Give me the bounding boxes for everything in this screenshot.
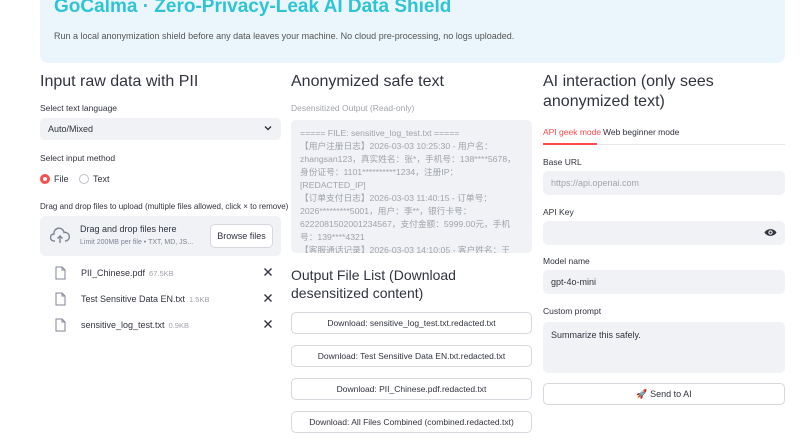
file-name: Test Sensitive Data EN.txt (81, 294, 186, 304)
language-value: Auto/Mixed (48, 124, 94, 134)
api-key-input[interactable] (543, 221, 785, 245)
rocket-icon: 🚀 (636, 389, 648, 399)
output-textarea[interactable]: ===== FILE: sensitive_log_test.txt =====… (291, 120, 532, 253)
prompt-label: Custom prompt (543, 306, 602, 316)
api-key-label: API Key (543, 207, 574, 217)
radio-text[interactable] (79, 174, 89, 184)
ai-heading: AI interaction (only sees anonymized tex… (543, 73, 714, 110)
output-heading: Anonymized safe text (291, 73, 444, 90)
output-list-heading: Output File List (Download desensitized … (291, 267, 456, 301)
app-subtitle: Run a local anonymization shield before … (54, 31, 515, 41)
remove-file-icon[interactable] (263, 293, 273, 303)
eye-icon[interactable] (764, 227, 777, 238)
input-heading: Input raw data with PII (40, 73, 199, 90)
header-banner: GoCalma · Zero-Privacy-Leak AI Data Shie… (40, 0, 785, 63)
remove-file-icon[interactable] (263, 319, 273, 329)
file-item: Test Sensitive Data EN.txt 1.5KB (55, 292, 281, 308)
file-size: 1.5KB (189, 295, 210, 304)
file-icon (55, 266, 66, 280)
base-url-input[interactable]: https://api.openai.com (543, 171, 785, 195)
radio-file[interactable] (40, 174, 50, 184)
send-label: Send to AI (650, 389, 692, 399)
language-label: Select text language (40, 103, 118, 113)
language-select[interactable]: Auto/Mixed (40, 118, 281, 140)
dropzone-title: Drag and drop files here (80, 224, 177, 234)
file-item: sensitive_log_test.txt 0.9KB (55, 318, 281, 334)
mode-tabs: API geek mode Web beginner mode (543, 125, 785, 145)
chevron-down-icon (264, 126, 272, 131)
upload-label: Drag and drop files to upload (multiple … (40, 202, 289, 211)
active-tab-indicator (543, 143, 597, 145)
download-all-button[interactable]: Download: All Files Combined (combined.r… (291, 411, 532, 433)
output-label: Desensitized Output (Read-only) (291, 103, 415, 113)
file-dropzone[interactable]: Drag and drop files here Limit 200MB per… (40, 216, 281, 256)
cloud-upload-icon (50, 227, 70, 243)
browse-files-button[interactable]: Browse files (210, 224, 273, 248)
dropzone-hint: Limit 200MB per file • TXT, MD, JS... (80, 239, 194, 246)
model-input[interactable]: gpt-4o-mini (543, 270, 785, 294)
remove-file-icon[interactable] (263, 267, 273, 277)
tab-web-beginner[interactable]: Web beginner mode (603, 127, 679, 137)
download-button[interactable]: Download: sensitive_log_test.txt.redacte… (291, 312, 532, 334)
download-button[interactable]: Download: PII_Chinese.pdf.redacted.txt (291, 378, 532, 400)
file-size: 0.9KB (168, 321, 189, 330)
file-size: 67.5KB (149, 269, 174, 278)
file-name: PII_Chinese.pdf (81, 268, 146, 278)
model-label: Model name (543, 256, 590, 266)
base-url-label: Base URL (543, 157, 582, 167)
app-title: GoCalma · Zero-Privacy-Leak AI Data Shie… (54, 0, 452, 17)
method-label: Select input method (40, 153, 116, 163)
download-button[interactable]: Download: Test Sensitive Data EN.txt.red… (291, 345, 532, 367)
send-to-ai-button[interactable]: 🚀 Send to AI (543, 383, 785, 405)
radio-file-label[interactable]: File (54, 174, 69, 184)
file-item: PII_Chinese.pdf 67.5KB (55, 266, 281, 282)
radio-text-label[interactable]: Text (93, 174, 110, 184)
file-icon (55, 292, 66, 306)
tab-api-geek[interactable]: API geek mode (543, 127, 601, 137)
file-icon (55, 318, 66, 332)
file-name: sensitive_log_test.txt (81, 320, 165, 330)
prompt-textarea[interactable]: Summarize this safely. (543, 322, 785, 373)
